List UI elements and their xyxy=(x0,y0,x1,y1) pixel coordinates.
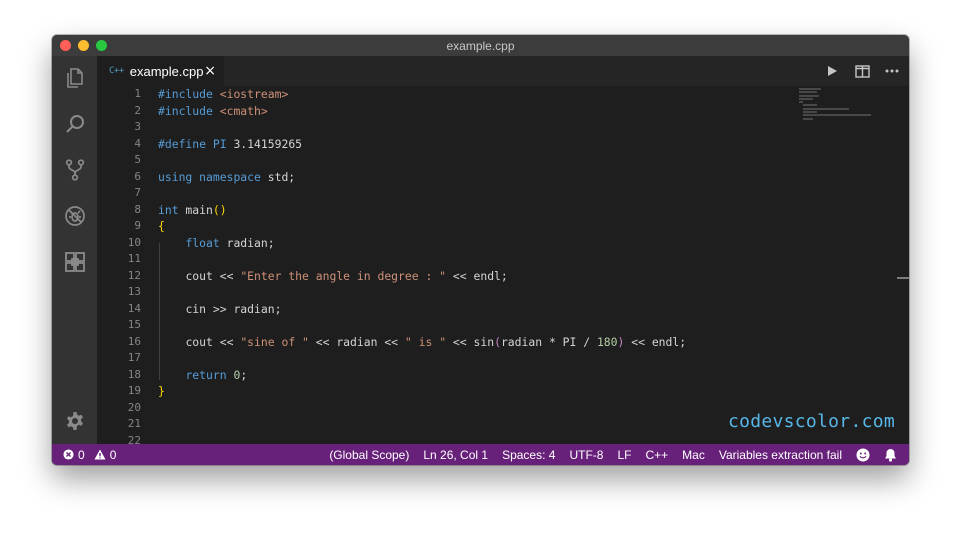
code-line: { xyxy=(158,219,165,233)
line-number: 18 xyxy=(127,367,141,381)
line-number: 16 xyxy=(127,334,141,348)
activity-bar xyxy=(52,56,97,444)
tab-example-cpp[interactable]: C++ example.cpp × xyxy=(97,56,224,86)
editor-window: example.cpp C++ example.cpp × 1 2 3 4 5 … xyxy=(52,35,909,465)
split-editor-icon[interactable] xyxy=(853,63,871,79)
cursor-position[interactable]: Ln 26, Col 1 xyxy=(423,448,488,462)
notification-bell-icon[interactable] xyxy=(884,448,897,462)
code-line: int main() xyxy=(158,202,227,217)
error-icon xyxy=(63,449,74,460)
line-number: 8 xyxy=(134,202,141,216)
run-icon[interactable] xyxy=(823,63,841,79)
status-bar: 0 0 (Global Scope) Ln 26, Col 1 Spaces: … xyxy=(52,444,909,465)
search-icon[interactable] xyxy=(62,111,87,136)
line-number: 17 xyxy=(127,351,141,364)
code-line: #include <iostream> xyxy=(158,87,289,101)
line-number: 7 xyxy=(134,186,141,199)
code-line: float radian; xyxy=(185,235,275,250)
line-number: 14 xyxy=(127,301,141,315)
more-icon[interactable] xyxy=(883,63,901,79)
status-bar-right: (Global Scope) Ln 26, Col 1 Spaces: 4 UT… xyxy=(315,444,897,465)
close-window-button[interactable] xyxy=(60,40,71,51)
line-number: 13 xyxy=(127,285,141,298)
eol-setting[interactable]: LF xyxy=(617,448,631,462)
line-number: 2 xyxy=(134,103,141,117)
encoding-setting[interactable]: UTF-8 xyxy=(569,448,603,462)
line-number: 21 xyxy=(127,417,141,430)
tab-label: example.cpp xyxy=(129,63,204,79)
problems-indicator[interactable]: 0 0 xyxy=(63,444,116,465)
line-number: 5 xyxy=(134,153,141,166)
scrollbar-marker[interactable] xyxy=(897,277,909,279)
code-line: using namespace std; xyxy=(158,169,296,184)
extensions-icon[interactable] xyxy=(62,249,87,274)
code-line: cout << "sine of " << radian << " is " <… xyxy=(185,334,687,349)
line-number: 20 xyxy=(127,400,141,414)
explorer-icon[interactable] xyxy=(62,65,87,90)
warning-icon xyxy=(94,449,106,460)
status-message: Variables extraction fail xyxy=(718,447,842,462)
language-mode[interactable]: C++ xyxy=(645,448,668,462)
tab-bar: C++ example.cpp × xyxy=(97,56,909,86)
close-tab-icon[interactable]: × xyxy=(204,63,216,79)
line-number: 19 xyxy=(127,384,141,397)
title-bar: example.cpp xyxy=(52,35,909,56)
code-line: #include <cmath> xyxy=(158,103,268,118)
code-line: #define PI 3.14159265 xyxy=(158,136,303,151)
code-line: cin >> radian; xyxy=(185,301,282,316)
warning-count: 0 xyxy=(109,447,117,462)
minimize-window-button[interactable] xyxy=(78,40,89,51)
cpp-file-icon: C++ xyxy=(109,66,124,76)
editor-actions xyxy=(823,63,901,79)
platform-indicator[interactable]: Mac xyxy=(682,448,705,462)
line-number: 4 xyxy=(134,136,141,150)
line-number: 10 xyxy=(127,235,141,249)
maximize-window-button[interactable] xyxy=(96,40,107,51)
code-line: cout << "Enter the angle in degree : " <… xyxy=(185,268,508,283)
feedback-smiley-icon[interactable] xyxy=(856,448,870,462)
line-number: 22 xyxy=(127,433,141,445)
indentation-setting[interactable]: Spaces: 4 xyxy=(502,448,555,462)
line-number: 9 xyxy=(134,219,141,232)
code-line: return 0; xyxy=(185,367,248,382)
code-lines: #include <iostream> #include <cmath> #de… xyxy=(158,86,686,400)
source-control-icon[interactable] xyxy=(62,157,87,182)
debug-icon[interactable] xyxy=(62,203,87,228)
scope-indicator[interactable]: (Global Scope) xyxy=(329,448,409,462)
line-number: 12 xyxy=(127,268,141,282)
code-line: } xyxy=(158,384,165,398)
line-number: 6 xyxy=(134,169,141,183)
error-count: 0 xyxy=(78,447,85,462)
line-number: 15 xyxy=(127,318,141,331)
window-title: example.cpp xyxy=(446,39,515,53)
code-editor[interactable]: 1 2 3 4 5 6 7 8 9 10 11 12 13 14 15 16 1… xyxy=(97,86,909,444)
gear-icon[interactable] xyxy=(62,409,87,434)
minimap[interactable] xyxy=(799,88,889,128)
line-number-gutter: 1 2 3 4 5 6 7 8 9 10 11 12 13 14 15 16 1… xyxy=(97,86,141,444)
line-number: 1 xyxy=(134,87,141,100)
line-number: 3 xyxy=(134,120,141,133)
line-number: 11 xyxy=(127,252,141,265)
watermark: codevscolor.com xyxy=(727,411,895,432)
